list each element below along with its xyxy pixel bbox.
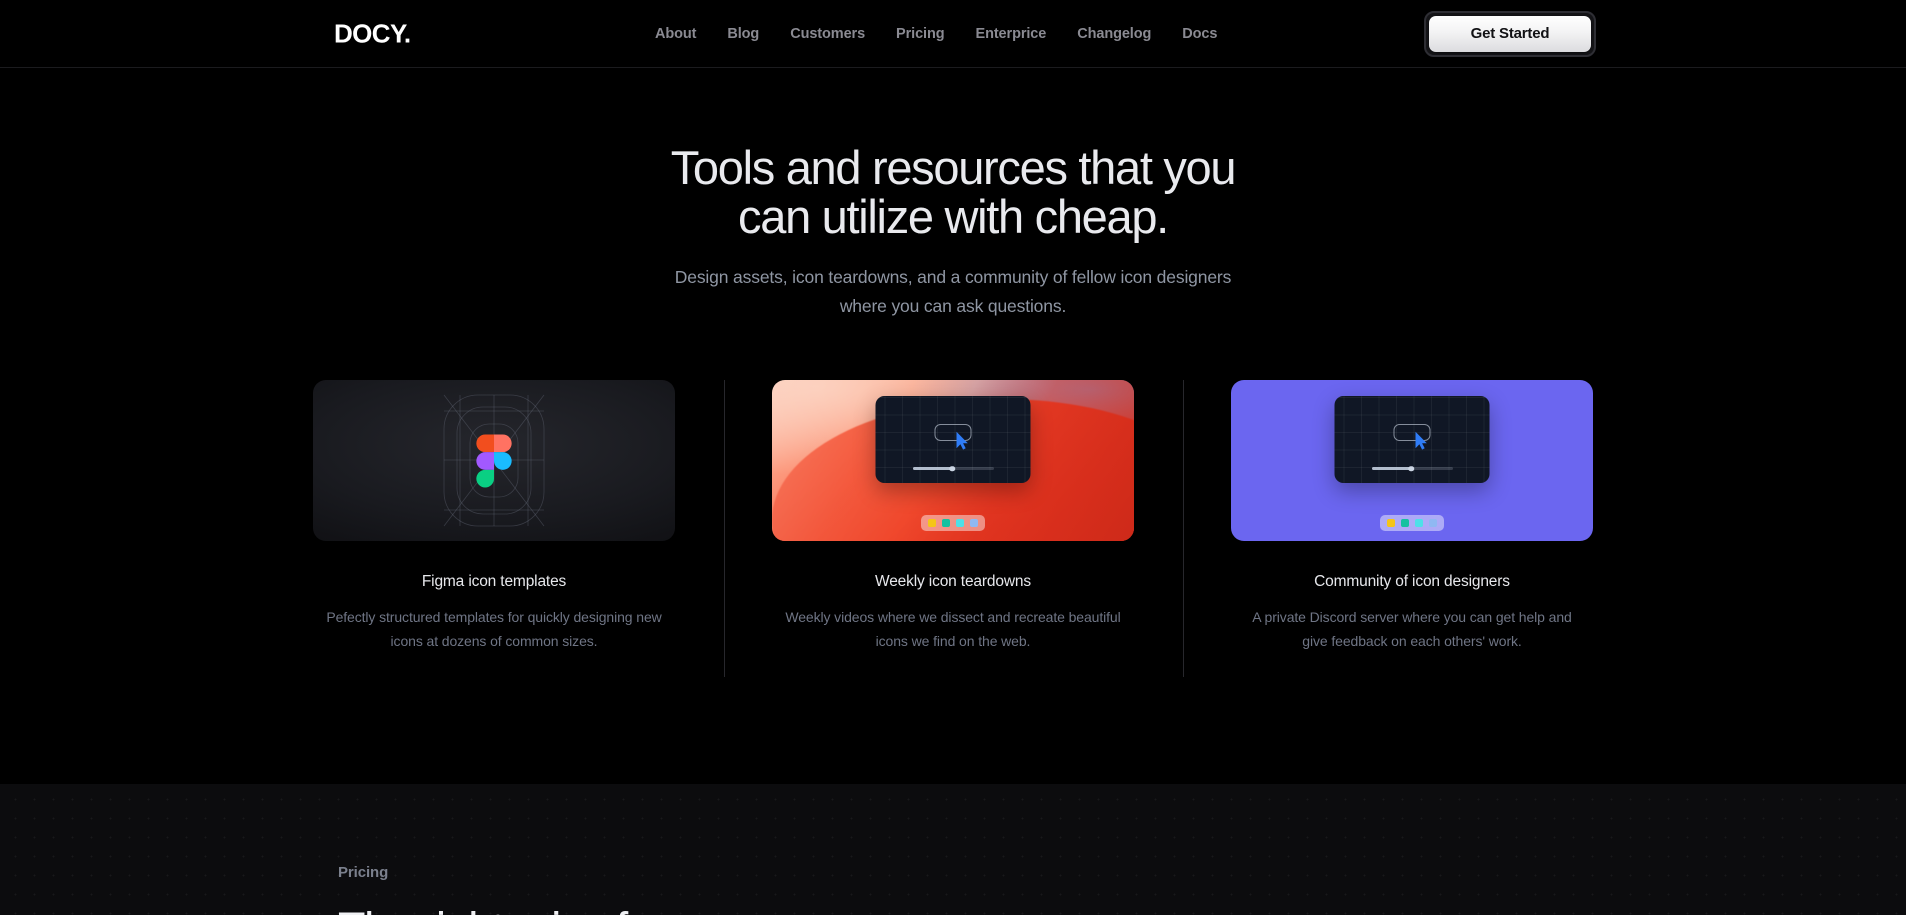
timeline-slider — [1371, 465, 1453, 472]
timeline-slider-fill — [912, 467, 953, 470]
get-started-focus-ring: Get Started — [1424, 10, 1596, 57]
pricing-title: The right price for you. — [338, 903, 756, 915]
timeline-slider-knob — [949, 465, 955, 472]
dock-item-teal-icon — [942, 519, 950, 527]
feature-description: A private Discord server where you can g… — [1252, 609, 1572, 649]
mock-dock — [1380, 515, 1444, 531]
main-navigation: About Blog Customers Pricing Enterprice … — [655, 26, 1217, 42]
pricing-eyebrow: Pricing — [338, 864, 389, 881]
hero-section: Tools and resources that you can utilize… — [0, 68, 1906, 321]
dock-item-yellow-icon — [1387, 519, 1395, 527]
cursor-pointer-icon — [956, 431, 968, 450]
hero-title-line-2: can utilize with cheap. — [738, 190, 1169, 243]
nav-link-pricing[interactable]: Pricing — [896, 26, 945, 42]
nav-link-blog[interactable]: Blog — [727, 26, 759, 42]
nav-link-changelog[interactable]: Changelog — [1077, 26, 1151, 42]
page-title: Tools and resources that you can utilize… — [593, 143, 1313, 241]
landing-page: DOCY. About Blog Customers Pricing Enter… — [0, 0, 1906, 915]
dock-item-cyan-icon — [956, 519, 964, 527]
feature-title: Community of icon designers — [1314, 573, 1510, 590]
hero-subtitle: Design assets, icon teardowns, and a com… — [674, 267, 1232, 316]
feature-card-figma-templates: Figma icon templates Pefectly structured… — [265, 380, 724, 653]
mock-dock — [921, 515, 985, 531]
hero-title-line-1: Tools and resources that you — [670, 141, 1237, 194]
indigo-window-artwork — [1231, 380, 1593, 541]
dock-item-blue-icon — [970, 519, 978, 527]
mock-app-window — [1334, 396, 1490, 483]
pricing-content: Pricing The right price for you. — [338, 784, 756, 915]
timeline-slider-knob — [1408, 465, 1414, 472]
feature-title: Figma icon templates — [421, 573, 567, 590]
mock-app-window — [875, 396, 1031, 483]
dock-item-yellow-icon — [928, 519, 936, 527]
timeline-slider — [912, 465, 994, 472]
nav-link-enterprice[interactable]: Enterprice — [976, 26, 1047, 42]
site-header: DOCY. About Blog Customers Pricing Enter… — [0, 0, 1906, 68]
brand-logo[interactable]: DOCY. — [334, 18, 411, 49]
get-started-button[interactable]: Get Started — [1429, 15, 1591, 52]
feature-title: Weekly icon teardowns — [875, 573, 1031, 590]
dock-item-teal-icon — [1401, 519, 1409, 527]
feature-description: Pefectly structured templates for quickl… — [326, 609, 662, 649]
nav-link-about[interactable]: About — [655, 26, 696, 42]
dock-item-blue-icon — [1429, 519, 1437, 527]
dock-item-cyan-icon — [1415, 519, 1423, 527]
timeline-slider-fill — [1371, 467, 1412, 470]
feature-card-icon-teardowns: Weekly icon teardowns Weekly videos wher… — [723, 380, 1183, 677]
feature-description: Weekly videos where we dissect and recre… — [785, 609, 1121, 649]
features-section: Figma icon templates Pefectly structured… — [0, 380, 1906, 677]
nav-link-docs[interactable]: Docs — [1182, 26, 1217, 42]
feature-card-community: Community of icon designers A private Di… — [1182, 380, 1642, 677]
macos-window-artwork — [772, 380, 1134, 541]
figma-grid-artwork — [313, 380, 675, 541]
cursor-pointer-icon — [1415, 431, 1427, 450]
pricing-section: Pricing The right price for you. — [0, 784, 1906, 915]
nav-link-customers[interactable]: Customers — [790, 26, 865, 42]
figma-logo-icon — [476, 434, 512, 487]
